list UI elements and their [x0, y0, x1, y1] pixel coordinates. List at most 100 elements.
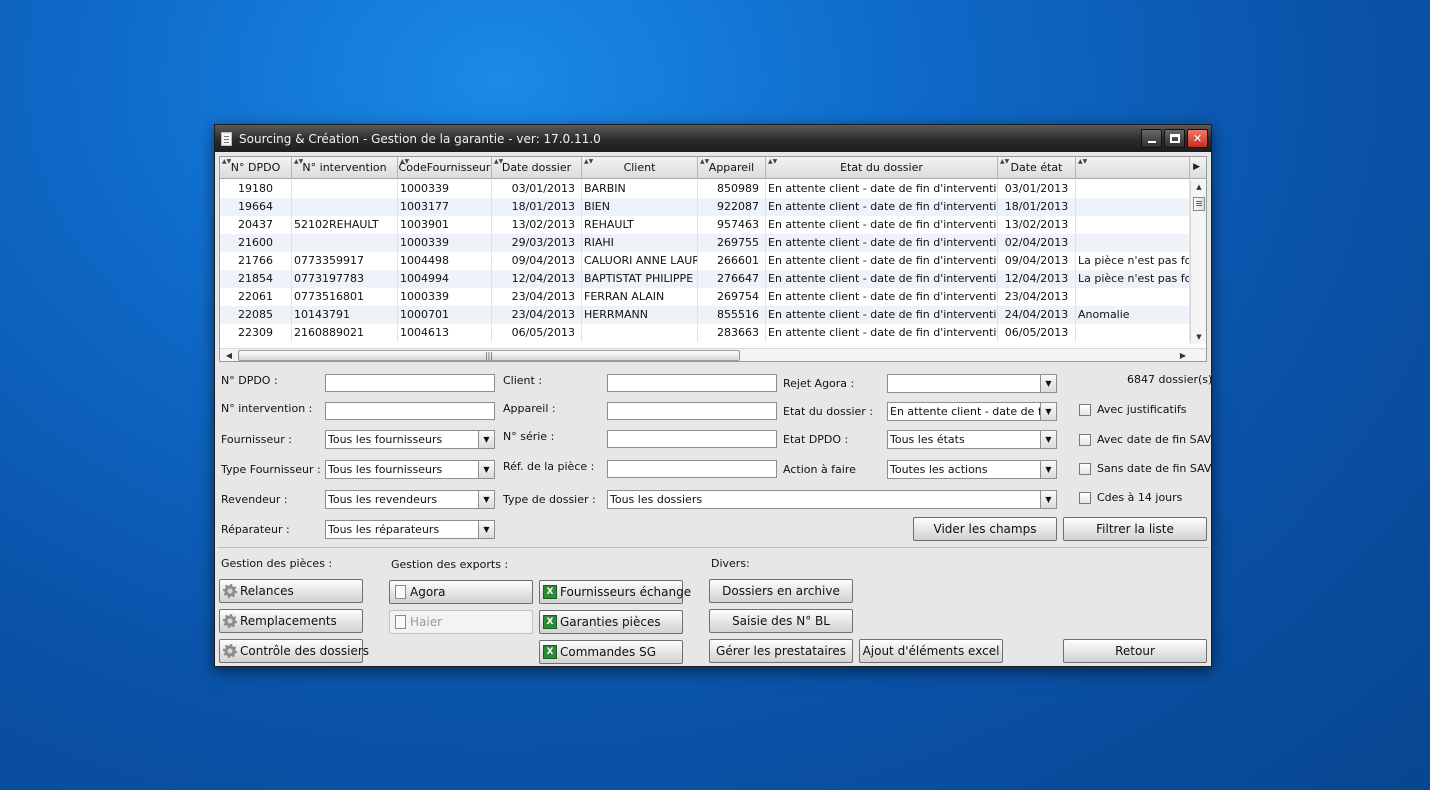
title-bar[interactable]: Sourcing & Création - Gestion de la gara… — [215, 125, 1211, 152]
chevron-down-icon[interactable]: ▼ — [1040, 375, 1056, 392]
table-cell: 23/04/2013 — [998, 288, 1076, 306]
table-cell: 1004994 — [398, 270, 492, 288]
cdes-14-checkbox[interactable] — [1079, 492, 1091, 504]
retour-button[interactable]: Retour — [1063, 639, 1207, 663]
haier-button[interactable]: Haier — [389, 610, 533, 634]
chevron-down-icon[interactable]: ▼ — [478, 431, 494, 448]
table-cell: 0773516801 — [292, 288, 398, 306]
table-cell: 269755 — [698, 234, 766, 252]
column-header-label: N° intervention — [302, 161, 387, 174]
filtrer-liste-button[interactable]: Filtrer la liste — [1063, 517, 1207, 541]
reparateur-select[interactable]: Tous les réparateurs ▼ — [325, 520, 495, 539]
sans-sav-checkbox[interactable] — [1079, 463, 1091, 475]
horizontal-scrollbar[interactable]: ◀ ||| ▶ — [220, 348, 1206, 361]
chevron-down-icon[interactable]: ▼ — [1040, 431, 1056, 448]
agora-button[interactable]: Agora — [389, 580, 533, 604]
chevron-down-icon[interactable]: ▼ — [1040, 403, 1056, 420]
scroll-left-icon[interactable]: ◀ — [222, 349, 236, 361]
chevron-down-icon[interactable]: ▼ — [478, 491, 494, 508]
type-dossier-select[interactable]: Tous les dossiers ▼ — [607, 490, 1057, 509]
scroll-down-icon[interactable]: ▼ — [1191, 330, 1206, 344]
fournisseur-select[interactable]: Tous les fournisseurs ▼ — [325, 430, 495, 449]
table-cell: 1000701 — [398, 306, 492, 324]
column-header[interactable]: ▲▼ Client — [582, 157, 698, 179]
vertical-scroll-thumb[interactable] — [1193, 197, 1205, 211]
column-header[interactable]: ▲▼ Appareil — [698, 157, 766, 179]
intervention-input[interactable] — [325, 402, 495, 420]
justificatifs-checkbox[interactable] — [1079, 404, 1091, 416]
close-button[interactable]: ✕ — [1187, 129, 1208, 148]
table-row[interactable]: 22309 2160889021 1004613 06/05/2013 283663 En… — [220, 324, 1190, 342]
sort-icon: ▲▼ — [494, 158, 504, 165]
fournisseur-value: Tous les fournisseurs — [328, 433, 443, 446]
column-header[interactable]: ▲▼ — [1076, 157, 1190, 179]
relances-button[interactable]: Relances — [219, 579, 363, 603]
table-cell: 02/04/2013 — [998, 234, 1076, 252]
column-header-label: Date dossier — [501, 161, 572, 174]
chevron-down-icon[interactable]: ▼ — [478, 521, 494, 538]
chevron-down-icon[interactable]: ▼ — [1040, 491, 1056, 508]
minimize-button[interactable] — [1141, 129, 1162, 148]
table-cell: 06/05/2013 — [492, 324, 582, 342]
maximize-button[interactable] — [1164, 129, 1185, 148]
type-fournisseur-select[interactable]: Tous les fournisseurs ▼ — [325, 460, 495, 479]
horizontal-scroll-thumb[interactable]: ||| — [238, 350, 740, 361]
remplacements-button[interactable]: Remplacements — [219, 609, 363, 633]
controle-dossiers-button[interactable]: Contrôle des dossiers — [219, 639, 369, 663]
vider-champs-button[interactable]: Vider les champs — [913, 517, 1057, 541]
fournisseurs-echange-button[interactable]: X Fournisseurs échange — [539, 580, 691, 604]
table-row[interactable]: 20437 52102REHAULT 1003901 13/02/2013 REHAUL… — [220, 216, 1190, 234]
sort-icon: ▲▼ — [400, 158, 410, 165]
vertical-scrollbar[interactable]: ▲ ▼ — [1190, 180, 1206, 344]
scroll-right-icon[interactable]: ▶ — [1193, 162, 1200, 172]
avec-sav-checkbox[interactable] — [1079, 434, 1091, 446]
dpdo-input[interactable] — [325, 374, 495, 392]
column-header[interactable]: ▲▼ Date état — [998, 157, 1076, 179]
etat-dpdo-value: Tous les états — [890, 433, 965, 446]
scroll-right-icon[interactable]: ▶ — [1176, 349, 1190, 361]
column-header[interactable]: ▲▼ N° intervention — [292, 157, 398, 179]
excel-icon: X — [543, 585, 557, 599]
serie-input[interactable] — [607, 430, 777, 448]
sort-icon: ▲▼ — [222, 158, 232, 165]
table-row[interactable]: 21854 0773197783 1004994 12/04/2013 BAPTISTA… — [220, 270, 1190, 288]
table-row[interactable]: 22061 0773516801 1000339 23/04/2013 FERRAN A… — [220, 288, 1190, 306]
rejet-agora-select[interactable]: ▼ — [887, 374, 1057, 393]
table-cell: 23/04/2013 — [492, 288, 582, 306]
action-select[interactable]: Toutes les actions ▼ — [887, 460, 1057, 479]
table-row[interactable]: 19664 1003177 18/01/2013 BIEN 922087 En atten… — [220, 198, 1190, 216]
client-input[interactable] — [607, 374, 777, 392]
avec-sav-label: Avec date de fin SAV — [1097, 433, 1212, 446]
ref-piece-input[interactable] — [607, 460, 777, 478]
gerer-prestataires-button[interactable]: Gérer les prestataires — [709, 639, 853, 663]
table-cell: 276647 — [698, 270, 766, 288]
scroll-up-icon[interactable]: ▲ — [1191, 180, 1206, 194]
reparateur-value: Tous les réparateurs — [328, 523, 440, 536]
chevron-down-icon[interactable]: ▼ — [478, 461, 494, 478]
column-header[interactable]: ▲▼ CodeFournisseur — [398, 157, 492, 179]
chevron-down-icon[interactable]: ▼ — [1040, 461, 1056, 478]
dossiers-archive-button[interactable]: Dossiers en archive — [709, 579, 853, 603]
column-header[interactable]: ▲▼ Etat du dossier — [766, 157, 998, 179]
reparateur-label: Réparateur : — [221, 523, 290, 536]
ajout-excel-button[interactable]: Ajout d'éléments excel — [859, 639, 1003, 663]
etat-dossier-select[interactable]: En attente client - date de fin ▼ — [887, 402, 1057, 421]
table-row[interactable]: 19180 1000339 03/01/2013 BARBIN 850989 En att… — [220, 180, 1190, 198]
dossier-table[interactable]: ▲▼ N° DPDO ▲▼ N° intervention ▲▼ CodeFourniss… — [219, 156, 1207, 362]
table-row[interactable]: 21600 1000339 29/03/2013 RIAHI 269755 En atte… — [220, 234, 1190, 252]
column-header[interactable]: ▲▼ Date dossier — [492, 157, 582, 179]
garanties-pieces-button[interactable]: X Garanties pièces — [539, 610, 683, 634]
revendeur-select[interactable]: Tous les revendeurs ▼ — [325, 490, 495, 509]
etat-dpdo-select[interactable]: Tous les états ▼ — [887, 430, 1057, 449]
table-row[interactable]: 22085 10143791 1000701 23/04/2013 HERRMANN 85… — [220, 306, 1190, 324]
table-cell — [292, 180, 398, 198]
saisie-bl-button[interactable]: Saisie des N° BL — [709, 609, 853, 633]
table-cell: 21766 — [220, 252, 292, 270]
appareil-input[interactable] — [607, 402, 777, 420]
column-header[interactable]: ▲▼ N° DPDO — [220, 157, 292, 179]
table-cell: En attente client - date de fin d'interv… — [766, 198, 998, 216]
ref-piece-label: Réf. de la pièce : — [503, 460, 595, 473]
table-row[interactable]: 21766 0773359917 1004498 09/04/2013 CALUORI … — [220, 252, 1190, 270]
gear-icon — [223, 644, 237, 658]
commandes-sg-button[interactable]: X Commandes SG — [539, 640, 683, 664]
